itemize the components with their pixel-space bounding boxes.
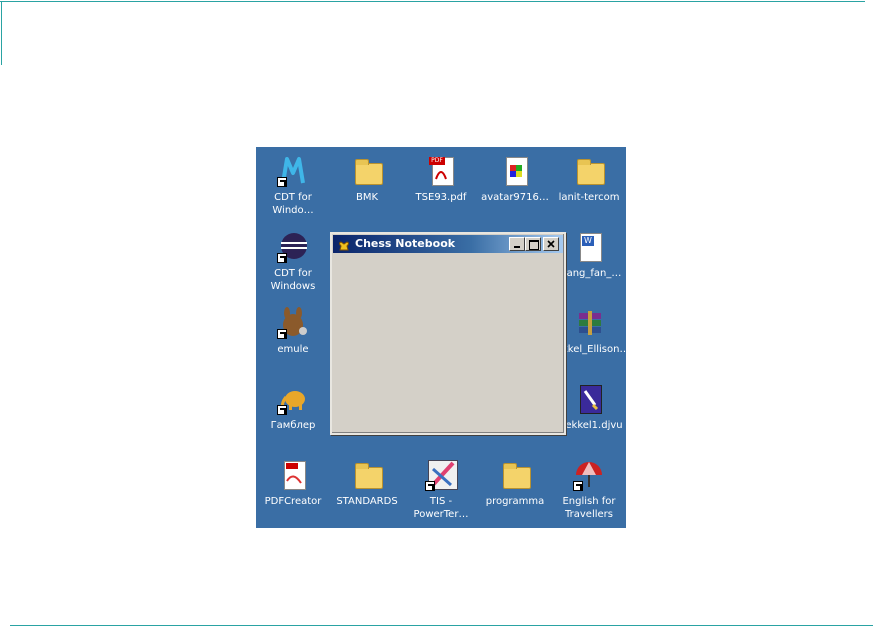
icon-label: CDT for Windo… (272, 192, 314, 216)
image-icon (499, 155, 531, 187)
icon-label: Гамблер (270, 420, 316, 431)
emule-icon (277, 307, 309, 339)
desktop-icon-cdt-eclipse[interactable]: CDT for Windows (256, 231, 330, 293)
desktop-icon-english[interactable]: English for Travellers (552, 459, 626, 521)
close-icon (547, 240, 555, 248)
icon-label: lanit-tercom (558, 192, 620, 203)
shortcut-arrow-icon (277, 329, 287, 339)
desktop-icon-pdfcreator[interactable]: PDFCreator (256, 459, 330, 508)
desktop-icon-standards[interactable]: STANDARDS (330, 459, 404, 508)
icon-label: programma (485, 496, 545, 507)
maximize-button[interactable] (525, 237, 541, 251)
icon-label: emule (277, 344, 309, 355)
desktop-icon-lanit[interactable]: lanit-tercom (552, 155, 626, 204)
icon-label: English for Travellers (562, 496, 616, 520)
minimize-icon (514, 246, 520, 248)
shortcut-arrow-icon (277, 177, 287, 187)
folder-icon (573, 155, 605, 187)
left-rule (1, 1, 2, 65)
window-titlebar[interactable]: Chess Notebook (333, 235, 563, 253)
cdt-m-icon (277, 155, 309, 187)
shortcut-arrow-icon (573, 481, 583, 491)
chess-notebook-window[interactable]: Chess Notebook (330, 232, 566, 435)
icon-label: avatar9716… (481, 192, 549, 203)
umbrella-icon (573, 459, 605, 491)
icon-label: CDT for Windows (270, 268, 316, 292)
winrar-icon (573, 307, 605, 339)
minimize-button[interactable] (509, 237, 525, 251)
icon-label: BMK (355, 192, 379, 203)
window-client-area[interactable] (333, 254, 563, 432)
icon-label: TSE93.pdf (415, 192, 467, 203)
icon-label: TIS - PowerTer… (413, 496, 469, 520)
tis-icon (425, 459, 458, 491)
shortcut-arrow-icon (425, 481, 435, 491)
shortcut-arrow-icon (277, 405, 287, 415)
folder-icon (351, 459, 383, 491)
icon-label: STANDARDS (336, 496, 398, 507)
window-title: Chess Notebook (355, 237, 456, 250)
icon-label: PDFCreator (264, 496, 322, 507)
top-rule (0, 1, 865, 2)
elephant-icon (277, 383, 309, 415)
desktop-icon-emule[interactable]: emule (256, 307, 330, 356)
pdf-icon: PDF (425, 155, 457, 187)
djvu-icon (573, 383, 605, 415)
pdfcreator-icon (277, 459, 309, 491)
maximize-icon (529, 240, 539, 250)
desktop-icon-cdt-m[interactable]: CDT for Windo… (256, 155, 330, 217)
desktop-icon-bmk[interactable]: BMK (330, 155, 404, 204)
desktop-icon-avatar[interactable]: avatar9716… (478, 155, 552, 204)
folder-icon (499, 459, 531, 491)
word-doc-icon: W (573, 231, 605, 263)
desktop-icon-tse93[interactable]: PDF TSE93.pdf (404, 155, 478, 204)
desktop-icon-tis[interactable]: TIS - PowerTer… (404, 459, 478, 521)
folder-icon (351, 155, 383, 187)
close-button[interactable] (543, 237, 559, 251)
desktop-icon-gambler[interactable]: Гамблер (256, 383, 330, 432)
shortcut-arrow-icon (277, 253, 287, 263)
eclipse-icon (277, 231, 309, 263)
desktop-icon-programma[interactable]: programma (478, 459, 552, 508)
chess-king-icon (337, 237, 351, 251)
